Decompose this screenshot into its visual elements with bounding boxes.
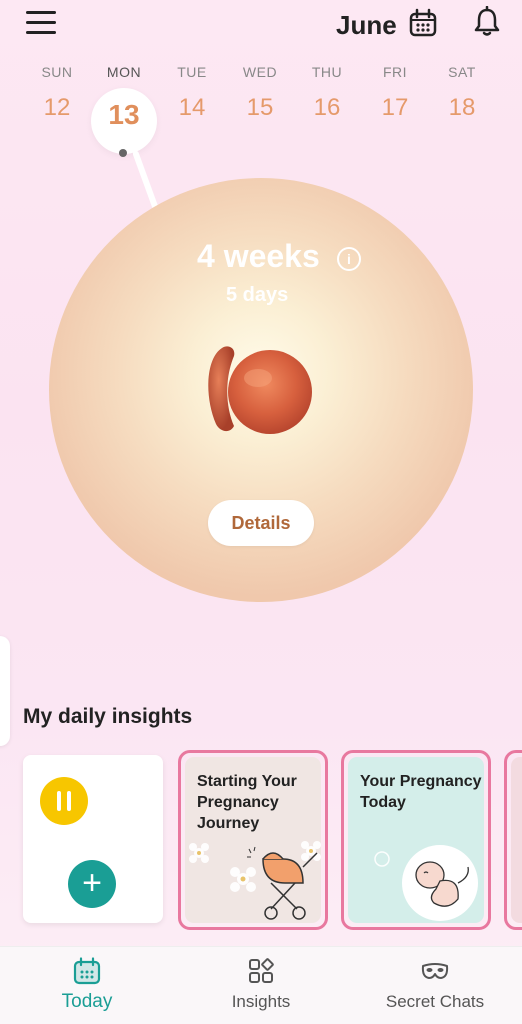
day-tue[interactable]: TUE 14 [157, 62, 227, 132]
nav-today[interactable]: Today [0, 947, 174, 1024]
nav-secret-chats[interactable]: Secret Chats [348, 947, 522, 1024]
day-date: 17 [381, 94, 409, 121]
add-icon[interactable]: + [68, 860, 116, 908]
story-card-body: Starting Your Pregnancy Journey [185, 757, 321, 923]
day-date: 15 [246, 94, 274, 121]
selected-day-dot [119, 149, 127, 157]
top-bar: June [0, 0, 522, 50]
insights-carousel[interactable]: + Starting Your Pregnancy Journey Your P… [0, 748, 522, 930]
nav-insights[interactable]: Insights [174, 947, 348, 1024]
story-card-partial[interactable] [504, 750, 522, 930]
day-fri[interactable]: FRI 17 [360, 62, 430, 132]
day-name: WED [242, 64, 278, 80]
info-icon[interactable]: i [337, 247, 361, 271]
day-date: 18 [448, 94, 476, 121]
bottom-nav: Today Insights Secret Chats [0, 946, 522, 1024]
day-date: 12 [43, 94, 71, 121]
day-name: SUN [41, 64, 73, 80]
day-date: 16 [313, 94, 341, 121]
story-card-body: Your Pregnancy Today [348, 757, 484, 923]
baby-illustration [374, 845, 478, 921]
day-name: MON [106, 64, 142, 80]
days-label: 5 days [226, 284, 289, 306]
mask-icon [421, 963, 449, 979]
day-name: FRI [382, 64, 408, 80]
day-name: SAT [448, 64, 476, 80]
bell-icon[interactable] [472, 6, 502, 38]
story-card[interactable]: Starting Your Pregnancy Journey [178, 750, 328, 930]
story-card[interactable]: Your Pregnancy Today [341, 750, 491, 930]
pause-icon[interactable] [40, 777, 88, 825]
story-title: Starting Your Pregnancy Journey [197, 773, 297, 832]
nav-label: Today [61, 991, 113, 1012]
daily-log-card[interactable]: + [23, 755, 163, 923]
calendar-icon [73, 957, 101, 985]
nav-label: Insights [231, 992, 291, 1011]
day-date: 14 [178, 94, 206, 121]
embryo-illustration [208, 346, 312, 434]
calendar-icon[interactable] [408, 8, 438, 38]
day-thu[interactable]: THU 16 [292, 62, 362, 132]
insights-title: My daily insights [23, 705, 193, 728]
weeks-label: 4 weeks [197, 238, 320, 274]
story-card-body [511, 757, 522, 923]
month-label[interactable]: June [336, 10, 397, 41]
day-name: TUE [177, 64, 207, 80]
grid-icon [249, 958, 274, 983]
story-title: Your Pregnancy Today [360, 773, 482, 811]
day-sat[interactable]: SAT 18 [427, 62, 497, 132]
menu-icon[interactable] [26, 11, 56, 35]
selected-day-number[interactable]: 13 [91, 99, 157, 131]
nav-label: Secret Chats [385, 992, 485, 1011]
day-name: THU [311, 64, 343, 80]
details-button[interactable]: Details [208, 500, 314, 546]
day-connector [132, 149, 159, 211]
side-handle[interactable] [0, 636, 10, 746]
day-sun[interactable]: SUN 12 [22, 62, 92, 132]
stroller-illustration [189, 841, 321, 920]
day-wed[interactable]: WED 15 [225, 62, 295, 132]
